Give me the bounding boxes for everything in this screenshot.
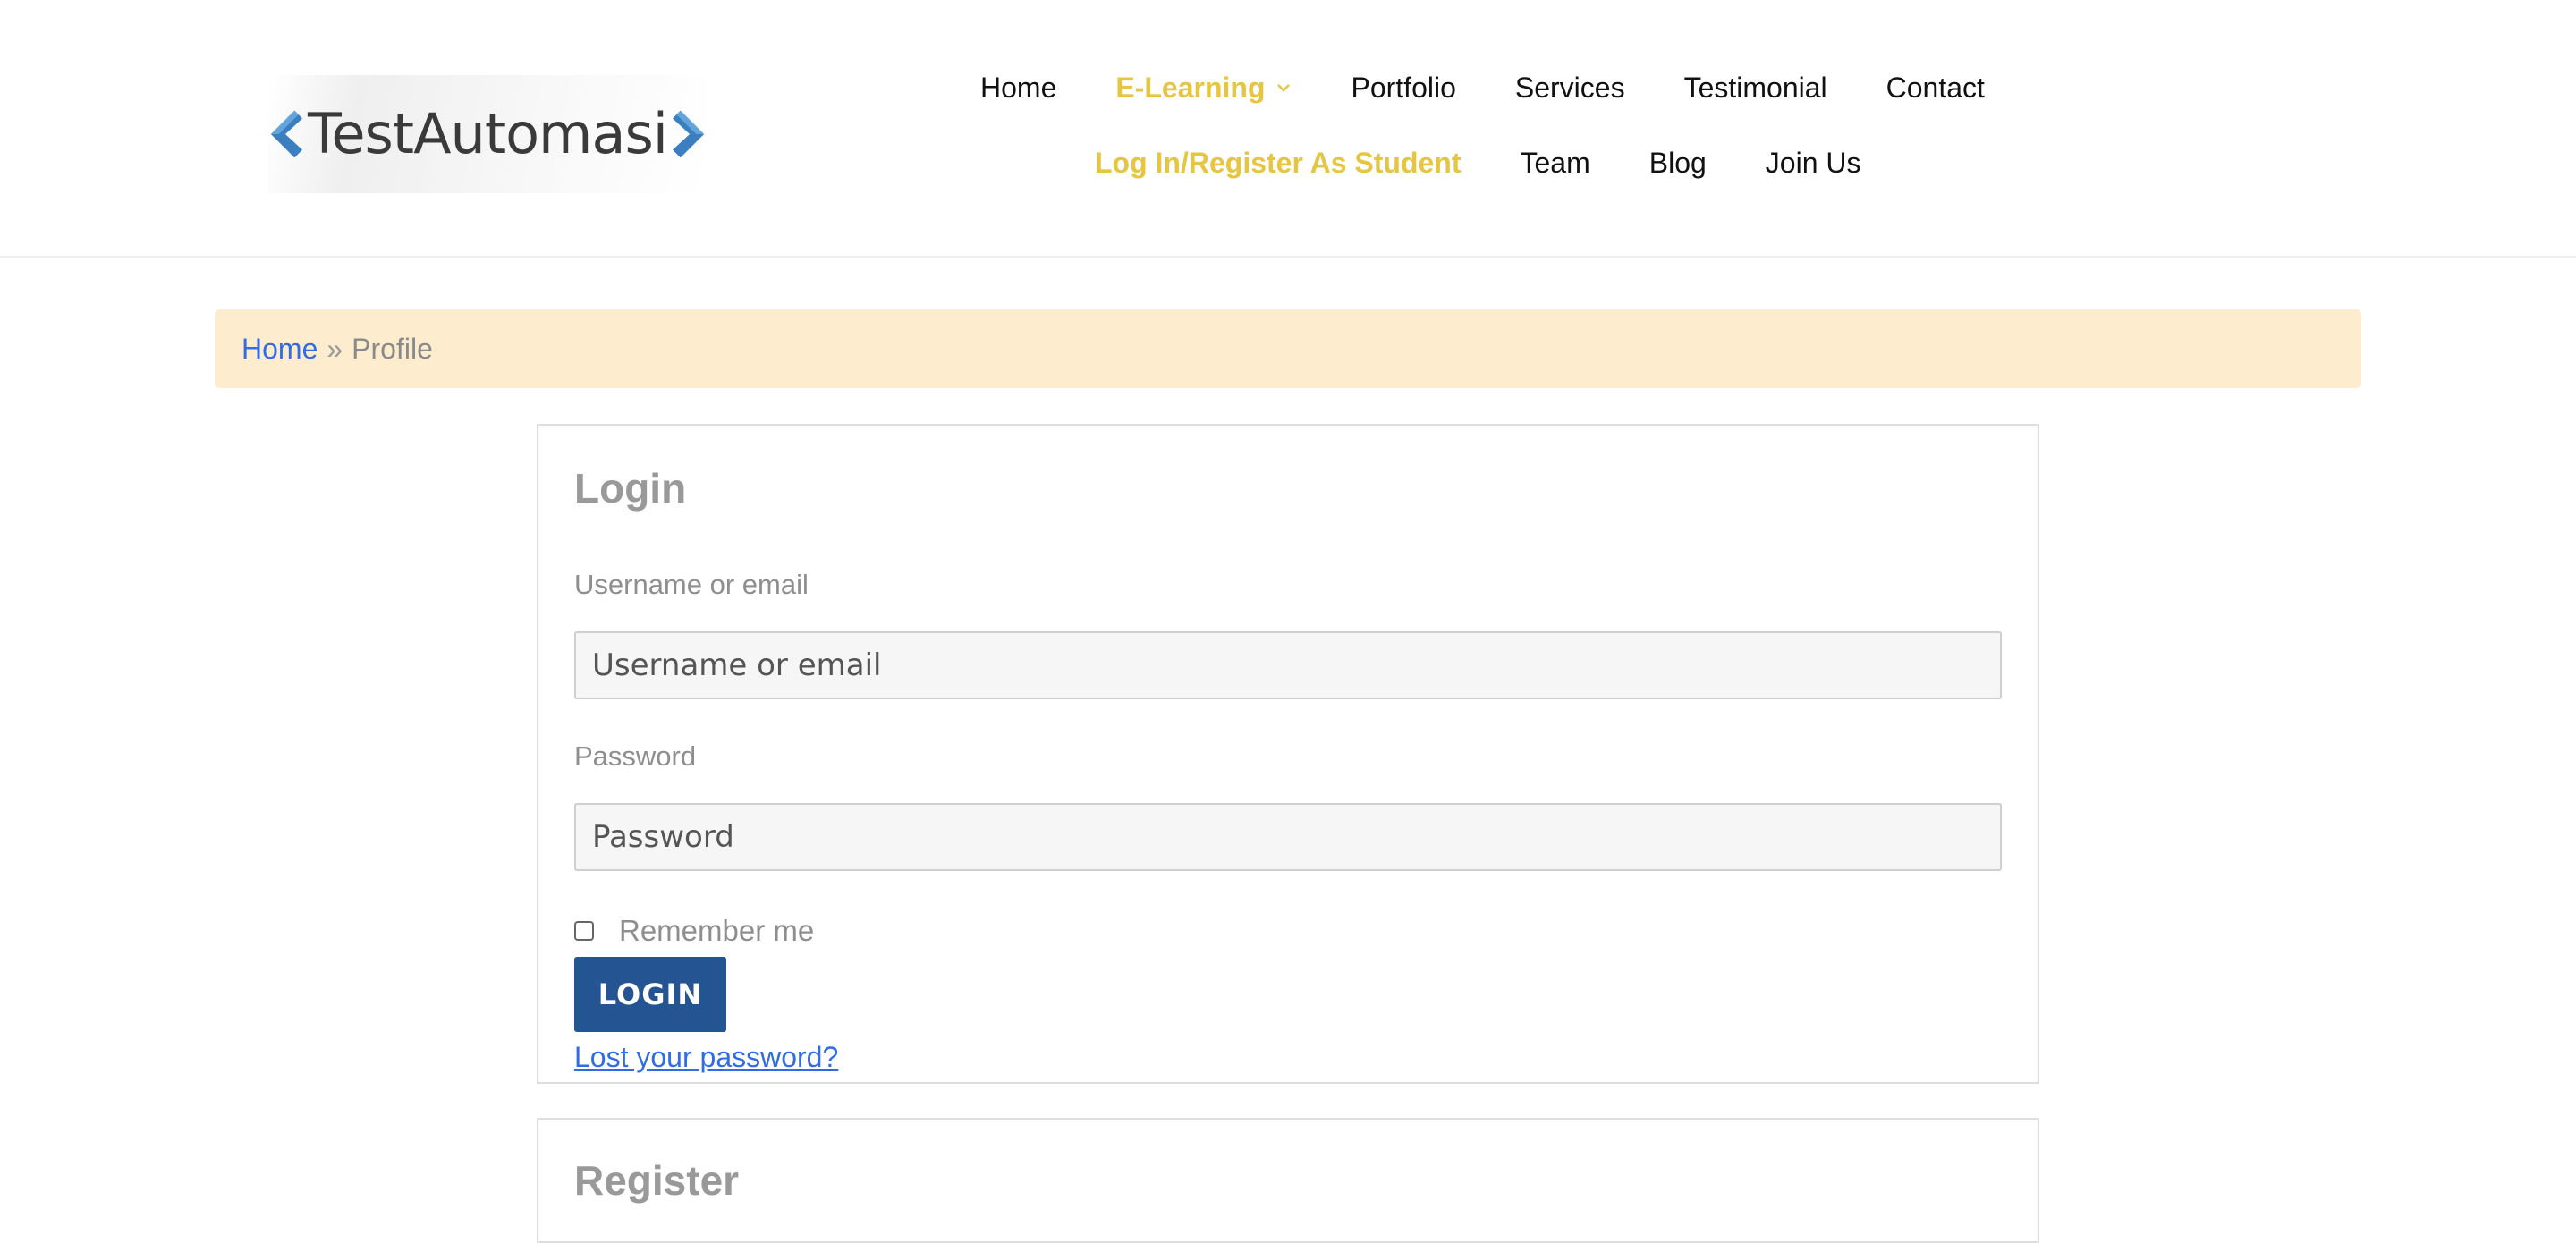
site-header: TestAutomasi Home E-Learning Portfolio S… — [0, 0, 2576, 258]
main-nav-row-2: Log In/Register As Student Team Blog Joi… — [1095, 143, 1920, 182]
register-card: Register — [537, 1118, 2039, 1243]
logo-text: TestAutomasi — [308, 101, 668, 166]
chevron-right-icon — [672, 110, 705, 158]
breadcrumb-separator: » — [326, 332, 343, 365]
login-button[interactable]: LOGIN — [574, 957, 726, 1032]
nav-item-join-us[interactable]: Join Us — [1766, 143, 1861, 182]
password-input[interactable] — [574, 803, 2002, 871]
register-title: Register — [574, 1157, 740, 1204]
chevron-down-icon — [1277, 84, 1291, 92]
nav-item-home[interactable]: Home — [980, 68, 1056, 107]
chevron-left-icon — [270, 110, 303, 158]
nav-item-e-learning[interactable]: E-Learning — [1115, 68, 1292, 107]
nav-item-portfolio[interactable]: Portfolio — [1351, 68, 1455, 107]
breadcrumb-home-link[interactable]: Home — [242, 333, 318, 366]
site-logo[interactable]: TestAutomasi — [268, 75, 707, 193]
main-nav-row-1: Home E-Learning Portfolio Services Testi… — [980, 68, 2044, 107]
remember-me: Remember me — [574, 914, 814, 948]
login-card: Login Username or email Password Remembe… — [537, 424, 2039, 1084]
nav-item-login-register[interactable]: Log In/Register As Student — [1095, 143, 1462, 182]
nav-item-blog[interactable]: Blog — [1649, 143, 1707, 182]
nav-label: E-Learning — [1115, 72, 1266, 104]
nav-item-testimonial[interactable]: Testimonial — [1684, 68, 1827, 107]
nav-item-team[interactable]: Team — [1521, 143, 1590, 182]
nav-label: Services — [1514, 72, 1625, 104]
breadcrumb-current: Profile — [352, 332, 433, 365]
login-title: Login — [574, 465, 687, 512]
lost-password-link[interactable]: Lost your password? — [574, 1039, 838, 1075]
nav-label: Team — [1520, 147, 1590, 179]
nav-label: Testimonial — [1683, 72, 1827, 104]
breadcrumb: Home » Profile — [215, 309, 2361, 388]
nav-label: Join Us — [1765, 147, 1861, 179]
nav-item-contact[interactable]: Contact — [1886, 68, 1985, 107]
remember-me-checkbox[interactable] — [574, 921, 594, 941]
password-label: Password — [574, 740, 697, 772]
username-input[interactable] — [574, 631, 2002, 699]
nav-label: Blog — [1648, 147, 1707, 179]
nav-item-services[interactable]: Services — [1515, 68, 1625, 107]
nav-label: Portfolio — [1351, 72, 1456, 104]
nav-label: Contact — [1885, 72, 1985, 104]
remember-me-label: Remember me — [619, 914, 815, 947]
username-label: Username or email — [574, 569, 809, 600]
nav-label: Log In/Register As Student — [1095, 147, 1462, 179]
nav-label: Home — [980, 72, 1057, 104]
